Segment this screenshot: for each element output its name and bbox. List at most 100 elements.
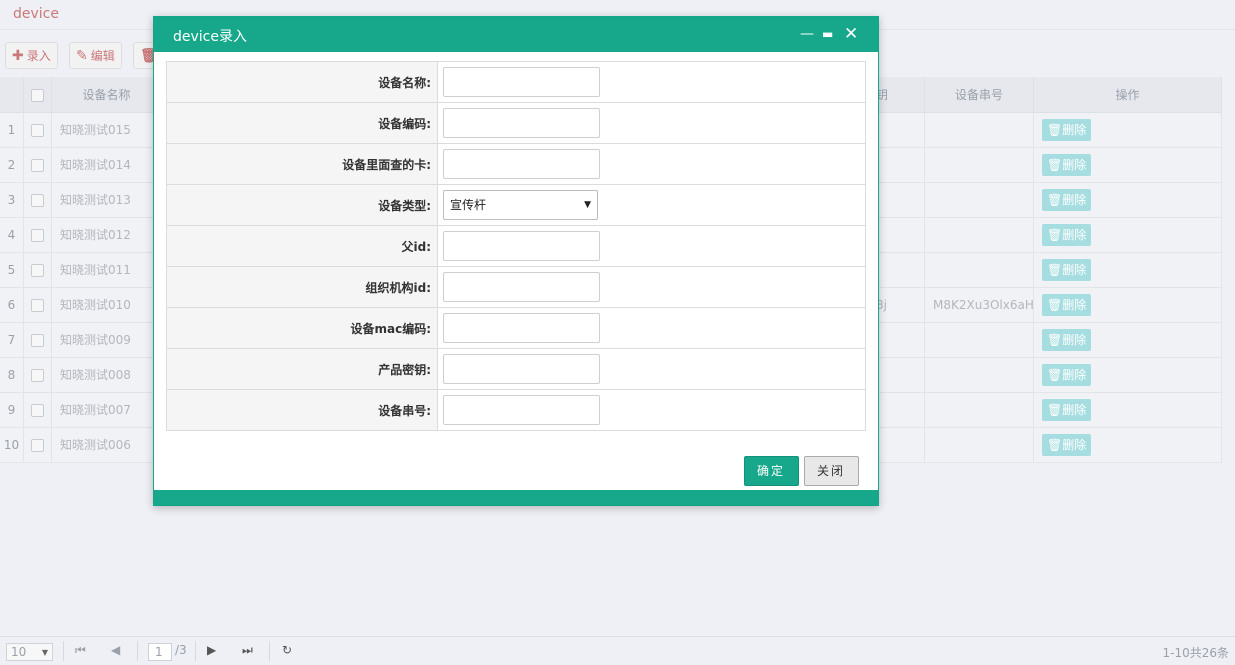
operation-cell: 🗑删除 [1034,323,1222,358]
trash-icon: 🗑 [1047,368,1063,382]
trash-icon: 🗑 [1047,298,1063,312]
operation-cell: 🗑删除 [1034,183,1222,218]
parent-id-input[interactable] [443,231,600,261]
form-row-mac: 设备mac编码: [166,307,866,349]
row-delete-button[interactable]: 🗑删除 [1042,329,1092,351]
row-delete-button[interactable]: 🗑删除 [1042,154,1092,176]
product-key-input[interactable] [443,354,600,384]
row-delete-button[interactable]: 🗑删除 [1042,189,1092,211]
pagination-bar: 10 ⏮ ◀ 1 /3 ▶ ⏭ ↻ 1-10共26条 [0,636,1235,665]
add-button[interactable]: ✚ 录入 [5,42,58,69]
operation-cell: 🗑删除 [1034,218,1222,253]
label-mac-code: 设备mac编码: [166,307,438,349]
device-type-select[interactable]: 宣传杆 ▼ [443,190,598,220]
delete-toolbar-button[interactable]: 🗑 [133,42,158,69]
row-checkbox[interactable] [24,253,52,288]
operation-cell: 🗑删除 [1034,288,1222,323]
device-name-input[interactable] [443,67,600,97]
device-code-input[interactable] [443,108,600,138]
row-delete-button[interactable]: 🗑删除 [1042,364,1092,386]
header-serial[interactable]: 设备串号 [925,77,1034,113]
serial-cell: M8K2Xu3Olx6aH [925,288,1034,323]
row-delete-button[interactable]: 🗑删除 [1042,259,1092,281]
row-number: 10 [0,428,24,463]
form-row-serial: 设备串号: [166,389,866,431]
row-delete-button[interactable]: 🗑删除 [1042,224,1092,246]
trash-icon: 🗑 [1047,228,1063,242]
row-delete-label: 删除 [1062,368,1087,382]
operation-cell: 🗑删除 [1034,428,1222,463]
row-delete-label: 删除 [1062,228,1087,242]
header-operation: 操作 [1034,77,1222,113]
minimize-icon[interactable]: — [800,25,814,43]
label-serial: 设备串号: [166,389,438,431]
device-name-cell: 知晓测试007 [52,393,162,428]
edit-button-label: 编辑 [90,49,115,63]
last-page-icon[interactable]: ⏭ [242,643,253,658]
close-icon[interactable]: ✕ [844,25,858,43]
device-name-cell: 知晓测试011 [52,253,162,288]
label-device-card: 设备里面查的卡: [166,143,438,185]
operation-cell: 🗑删除 [1034,148,1222,183]
trash-icon: 🗑 [1047,403,1063,417]
operation-cell: 🗑删除 [1034,253,1222,288]
row-number: 7 [0,323,24,358]
trash-icon: 🗑 [1047,158,1063,172]
device-card-input[interactable] [443,149,600,179]
prev-page-icon[interactable]: ◀ [111,643,120,657]
mac-code-input[interactable] [443,313,600,343]
form-row-org: 组织机构id: [166,266,866,308]
row-checkbox[interactable] [24,393,52,428]
form-row-name: 设备名称: [166,61,866,103]
row-delete-button[interactable]: 🗑删除 [1042,119,1092,141]
row-checkbox[interactable] [24,218,52,253]
row-delete-label: 删除 [1062,333,1087,347]
header-rownum [0,77,24,113]
row-delete-button[interactable]: 🗑删除 [1042,399,1092,421]
operation-cell: 🗑删除 [1034,113,1222,148]
pager-divider [63,641,64,661]
header-device-name[interactable]: 设备名称 [52,77,162,113]
label-parent-id: 父id: [166,225,438,267]
first-page-icon[interactable]: ⏮ [75,643,86,658]
maximize-icon[interactable]: ▬ [822,25,833,43]
total-pages: /3 [175,643,187,657]
device-type-value: 宣传杆 [450,198,487,212]
header-checkbox[interactable] [24,77,52,113]
row-delete-button[interactable]: 🗑删除 [1042,434,1092,456]
page-number-input[interactable]: 1 [148,643,172,661]
row-checkbox[interactable] [24,323,52,358]
row-checkbox[interactable] [24,113,52,148]
close-button[interactable]: 关闭 [804,456,859,486]
device-entry-dialog: device录入 — ▬ ✕ 设备名称: 设备编码: 设备里面查的卡: 设备类型… [153,16,879,506]
page-title: device [13,6,59,22]
pager-divider [269,641,270,661]
row-checkbox[interactable] [24,428,52,463]
page-size-select[interactable]: 10 [6,643,53,661]
row-checkbox[interactable] [24,358,52,393]
row-delete-label: 删除 [1062,438,1087,452]
serial-input[interactable] [443,395,600,425]
row-delete-button[interactable]: 🗑删除 [1042,294,1092,316]
confirm-button[interactable]: 确定 [744,456,799,486]
device-form: 设备名称: 设备编码: 设备里面查的卡: 设备类型: 宣传杆 ▼ 父id: 组织… [166,61,866,431]
row-checkbox[interactable] [24,288,52,323]
dialog-footer-bar [154,490,878,505]
edit-button[interactable]: ✎ 编辑 [69,42,122,69]
row-delete-label: 删除 [1062,123,1087,137]
row-delete-label: 删除 [1062,298,1087,312]
org-id-input[interactable] [443,272,600,302]
dialog-title: device录入 [173,29,247,45]
dialog-header[interactable]: device录入 — ▬ ✕ [154,17,878,52]
refresh-icon[interactable]: ↻ [282,643,292,657]
serial-cell [925,183,1034,218]
row-checkbox[interactable] [24,148,52,183]
row-number: 1 [0,113,24,148]
device-name-cell: 知晓测试013 [52,183,162,218]
row-checkbox[interactable] [24,183,52,218]
trash-icon: 🗑 [1047,193,1063,207]
row-delete-label: 删除 [1062,193,1087,207]
add-button-label: 录入 [26,49,51,63]
operation-cell: 🗑删除 [1034,358,1222,393]
next-page-icon[interactable]: ▶ [207,643,216,657]
